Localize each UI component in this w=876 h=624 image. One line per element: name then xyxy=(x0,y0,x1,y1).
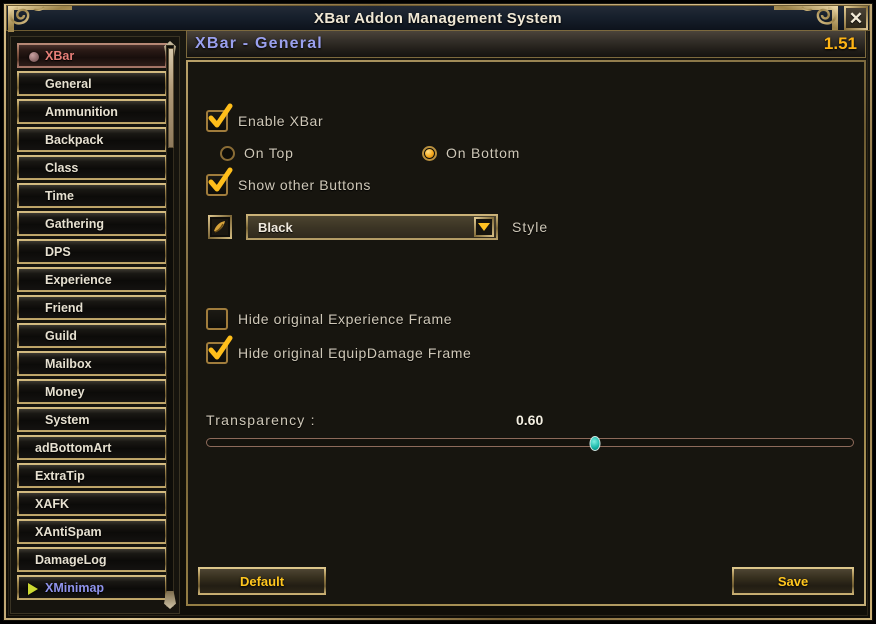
show-other-buttons-label: Show other Buttons xyxy=(238,177,371,193)
sidebar-item-money[interactable]: Money xyxy=(17,379,167,404)
style-dropdown-toggle[interactable] xyxy=(474,217,494,237)
xbar-window: XBar Addon Management System ✕ XBar Gene… xyxy=(0,0,876,624)
sidebar-item-label: XAFK xyxy=(35,496,70,511)
sidebar-item-mailbox[interactable]: Mailbox xyxy=(17,351,167,376)
style-dropdown-value: Black xyxy=(258,219,293,235)
hide-experience-frame-label: Hide original Experience Frame xyxy=(238,311,453,327)
active-arrow-icon xyxy=(28,583,38,595)
transparency-slider-header: Transparency : 0.60 xyxy=(206,412,854,432)
sidebar-item-label: DPS xyxy=(45,244,71,259)
sidebar-item-label: General xyxy=(45,76,92,91)
title-bar: XBar Addon Management System xyxy=(6,5,870,31)
sidebar-item-label: ExtraTip xyxy=(35,468,85,483)
check-icon xyxy=(208,103,233,128)
hide-experience-frame-checkbox[interactable] xyxy=(206,308,228,330)
sidebar-item-label: Backpack xyxy=(45,132,104,147)
save-button-label: Save xyxy=(777,573,809,589)
sidebar-item-general[interactable]: General xyxy=(17,71,167,96)
options-container: Enable XBar On Top On Bottom Show other … xyxy=(188,62,864,604)
style-dropdown[interactable]: Black xyxy=(246,214,498,240)
sidebar-item-label: Friend xyxy=(45,300,84,315)
sidebar-item-damagelog[interactable]: DamageLog xyxy=(17,547,167,572)
sidebar-item-xafk[interactable]: XAFK xyxy=(17,491,167,516)
window-title: XBar Addon Management System xyxy=(314,9,562,27)
page-title: XBar - General xyxy=(195,35,323,52)
sidebar-item-label: Ammunition xyxy=(45,104,118,119)
sidebar-item-guild[interactable]: Guild xyxy=(17,323,167,348)
sidebar-item-xbar[interactable]: XBar xyxy=(17,43,167,68)
on-top-label: On Top xyxy=(244,145,294,161)
sidebar-item-label: XAntiSpam xyxy=(35,524,102,539)
style-swatch-icon xyxy=(212,219,228,235)
transparency-label: Transparency : xyxy=(206,412,316,428)
sidebar: XBar General Ammunition Backpack Class Time Ga… xyxy=(10,36,180,614)
chevron-down-icon xyxy=(478,223,490,231)
hide-equipdamage-frame-label: Hide original EquipDamage Frame xyxy=(238,345,472,361)
sidebar-item-label: Class xyxy=(45,160,79,175)
sidebar-item-ammunition[interactable]: Ammunition xyxy=(17,99,167,124)
sidebar-item-friend[interactable]: Friend xyxy=(17,295,167,320)
panel-body: Enable XBar On Top On Bottom Show other … xyxy=(186,60,866,606)
style-label: Style xyxy=(512,219,549,235)
sidebar-item-dps[interactable]: DPS xyxy=(17,239,167,264)
transparency-value: 0.60 xyxy=(516,412,544,428)
sidebar-item-system[interactable]: System xyxy=(17,407,167,432)
close-button[interactable]: ✕ xyxy=(844,6,868,30)
close-icon: ✕ xyxy=(848,8,864,28)
sidebar-item-extratip[interactable]: ExtraTip xyxy=(17,463,167,488)
sidebar-item-label: Time xyxy=(45,188,74,203)
style-swatch-icon-button[interactable] xyxy=(208,215,232,239)
main-panel: XBar - General 1.51 Enable XBar On Top O… xyxy=(186,30,866,614)
sidebar-item-label: Gathering xyxy=(45,216,105,231)
sidebar-item-backpack[interactable]: Backpack xyxy=(17,127,167,152)
check-icon xyxy=(208,167,233,192)
show-other-buttons-row[interactable]: Show other Buttons xyxy=(206,167,371,196)
hide-equipdamage-frame-row[interactable]: Hide original EquipDamage Frame xyxy=(206,335,472,364)
sidebar-item-label: DamageLog xyxy=(35,552,107,567)
style-row: Black Style xyxy=(208,214,548,240)
sidebar-scrollbar-track[interactable] xyxy=(166,45,174,607)
enable-xbar-checkbox[interactable] xyxy=(206,103,233,132)
version-badge: 1.51 xyxy=(823,34,857,53)
selected-indicator-icon xyxy=(29,52,39,62)
sidebar-item-label: Money xyxy=(45,384,85,399)
sidebar-item-label: Guild xyxy=(45,328,77,343)
sidebar-item-xminimap[interactable]: XMinimap xyxy=(17,575,167,600)
sidebar-item-label: XMinimap xyxy=(45,580,105,595)
save-button[interactable]: Save xyxy=(732,567,854,595)
transparency-slider-track[interactable] xyxy=(206,436,854,451)
sidebar-item-experience[interactable]: Experience xyxy=(17,267,167,292)
on-top-radio[interactable] xyxy=(220,145,235,161)
on-bottom-row[interactable]: On Bottom xyxy=(422,145,520,161)
check-icon xyxy=(208,335,233,360)
sidebar-scrollbar-thumb[interactable] xyxy=(168,48,174,148)
panel-header: XBar - General 1.51 xyxy=(186,30,866,58)
enable-xbar-label: Enable XBar xyxy=(238,113,324,129)
show-other-buttons-checkbox[interactable] xyxy=(206,167,233,196)
on-bottom-label: On Bottom xyxy=(446,145,521,161)
sidebar-item-time[interactable]: Time xyxy=(17,183,167,208)
sidebar-item-label: adBottomArt xyxy=(35,440,112,455)
sidebar-item-gathering[interactable]: Gathering xyxy=(17,211,167,236)
sidebar-item-xantispam[interactable]: XAntiSpam xyxy=(17,519,167,544)
sidebar-item-label: System xyxy=(45,412,90,427)
sidebar-item-adbottomart[interactable]: adBottomArt xyxy=(17,435,167,460)
sidebar-nav-list: XBar General Ammunition Backpack Class Time Ga… xyxy=(11,37,171,603)
on-top-row[interactable]: On Top xyxy=(220,145,294,161)
hide-equipdamage-frame-checkbox[interactable] xyxy=(206,335,233,364)
transparency-slider-handle[interactable] xyxy=(589,436,601,451)
sidebar-item-label: Experience xyxy=(45,272,112,287)
default-button[interactable]: Default xyxy=(198,567,326,595)
hide-experience-frame-row[interactable]: Hide original Experience Frame xyxy=(206,308,452,330)
transparency-slider-group: Transparency : 0.60 xyxy=(206,412,854,451)
sidebar-item-label: XBar xyxy=(45,48,75,63)
default-button-label: Default xyxy=(239,573,285,589)
enable-xbar-row[interactable]: Enable XBar xyxy=(206,103,324,132)
on-bottom-radio[interactable] xyxy=(422,145,437,161)
sidebar-item-class[interactable]: Class xyxy=(17,155,167,180)
sidebar-item-label: Mailbox xyxy=(45,356,92,371)
